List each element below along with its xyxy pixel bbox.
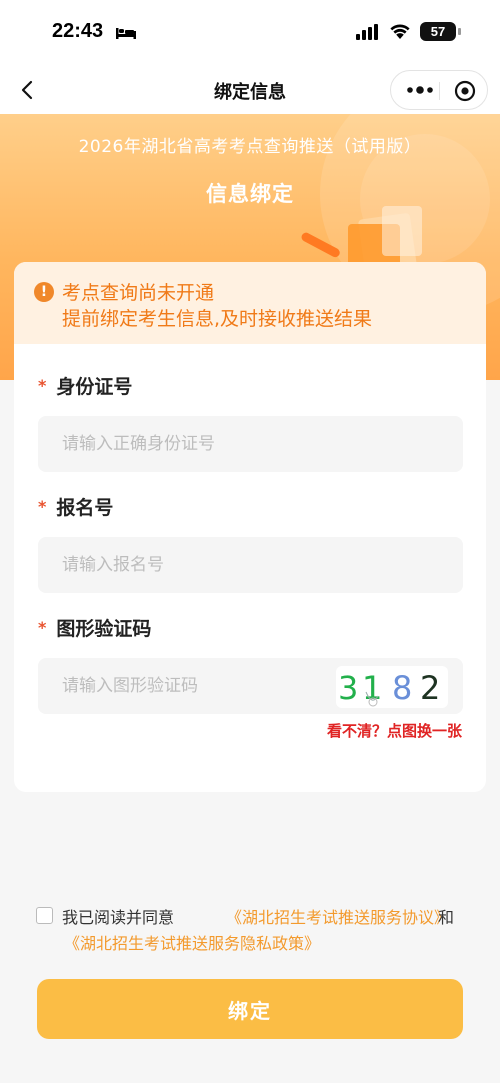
mini-program-capsule — [390, 70, 488, 110]
notice-banner: ! 考点查询尚未开通 提前绑定考生信息,及时接收推送结果 — [14, 262, 486, 344]
nav-bar: 绑定信息 — [0, 66, 500, 114]
hero-subtitle: 信息绑定 — [206, 182, 294, 206]
required-mark: * — [38, 497, 47, 516]
required-mark: * — [38, 376, 47, 395]
captcha-char: 1 — [362, 669, 382, 707]
reg-no-input[interactable] — [38, 537, 463, 593]
form-card: ! 考点查询尚未开通 提前绑定考生信息,及时接收推送结果 *身份证号 *报名号 … — [14, 262, 486, 792]
captcha-label: * 图形验证码 — [38, 614, 151, 641]
notice-line-1: 考点查询尚未开通 — [62, 282, 215, 304]
captcha-char: 2 — [420, 669, 440, 707]
agreement-prefix: 我已阅读并同意 — [62, 908, 175, 927]
cellular-signal-icon — [356, 24, 378, 40]
captcha-char: 8 — [392, 669, 412, 707]
captcha-label-text: 图形验证码 — [56, 618, 152, 640]
notice-line-2: 提前绑定考生信息,及时接收推送结果 — [62, 308, 373, 330]
captcha-image[interactable]: 3 1 8 2 — [336, 666, 448, 708]
hero-title: 2026年湖北省高考考点查询推送（试用版） — [78, 137, 422, 157]
page: 22:43 57 绑定信息 2026年湖北省高考考点查询推送（试用版） 信息绑定… — [0, 0, 500, 1083]
sleep-mode-icon — [116, 28, 136, 39]
close-mini-program-icon[interactable] — [453, 79, 477, 103]
reg-no-label: * 报名号 — [38, 493, 113, 520]
status-time: 22:43 — [52, 20, 104, 42]
id-card-label-text: 身份证号 — [56, 376, 133, 398]
status-bar: 22:43 57 — [0, 0, 500, 66]
wifi-icon — [390, 24, 410, 39]
agreement-and: 和 — [438, 908, 455, 927]
required-mark: * — [38, 618, 47, 637]
privacy-policy-link[interactable]: 《湖北招生考试推送服务隐私政策》 — [64, 930, 320, 954]
captcha-refresh-hint[interactable]: 看不清？点图换一张 — [327, 720, 462, 741]
reg-no-label-text: 报名号 — [56, 497, 114, 519]
agree-checkbox[interactable] — [36, 907, 53, 924]
more-icon[interactable] — [403, 71, 437, 109]
id-card-input[interactable] — [38, 416, 463, 472]
battery-level: 57 — [420, 22, 456, 41]
captcha-char: 3 — [338, 669, 358, 707]
warning-icon: ! — [34, 282, 54, 302]
bind-button[interactable]: 绑定 — [37, 979, 463, 1039]
battery-tip — [458, 28, 461, 35]
capsule-divider — [439, 82, 440, 100]
service-agreement-link[interactable]: 《湖北招生考试推送服务协议》 — [226, 904, 450, 928]
id-card-label: * 身份证号 — [38, 372, 132, 399]
